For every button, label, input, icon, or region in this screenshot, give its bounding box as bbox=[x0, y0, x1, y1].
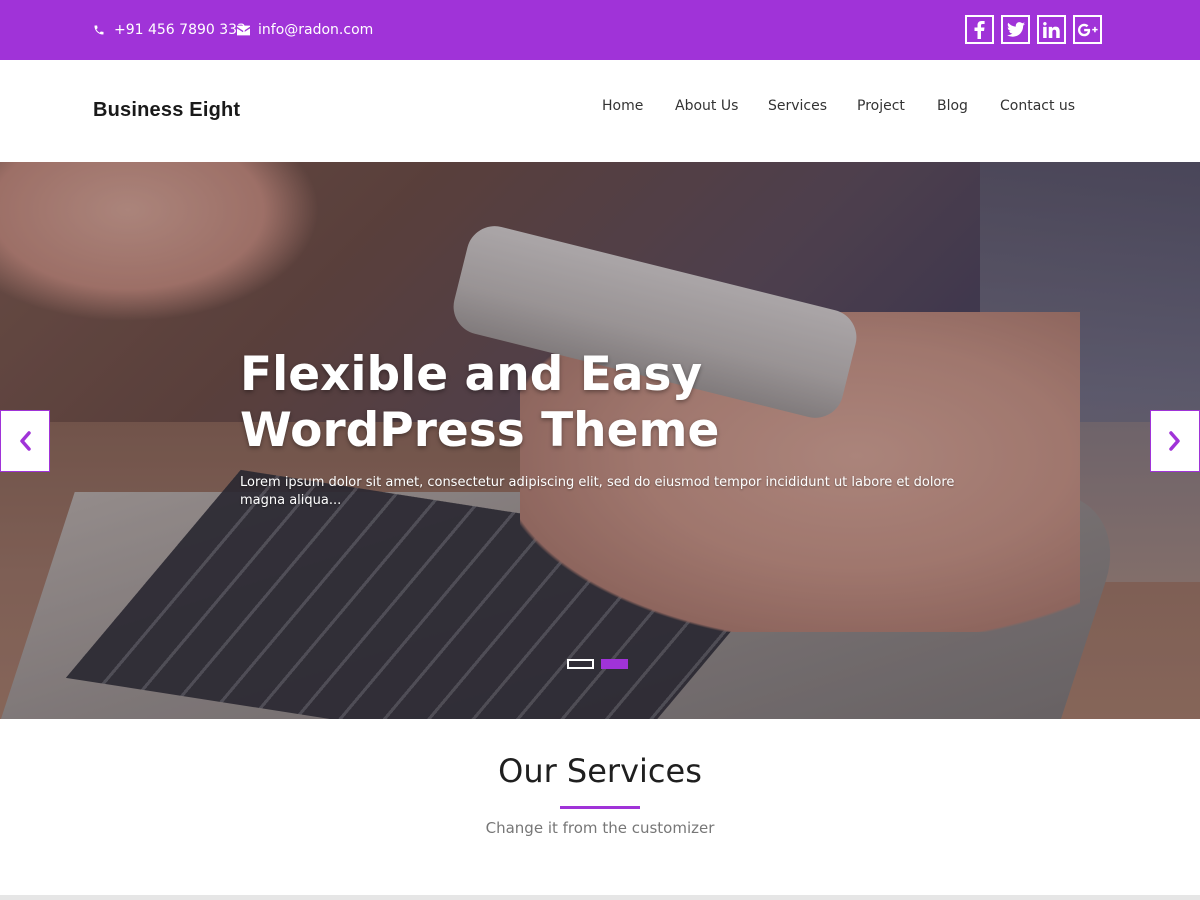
hero-title-line-1: Flexible and Easy bbox=[240, 347, 703, 402]
services-title: Our Services bbox=[498, 752, 702, 790]
services-subtitle: Change it from the customizer bbox=[485, 819, 715, 837]
nav-contact-us[interactable]: Contact us bbox=[1000, 98, 1075, 114]
phone-contact: +91 456 7890 333 bbox=[92, 0, 246, 60]
email-contact: info@radon.com bbox=[236, 0, 373, 60]
services-title-underline bbox=[560, 806, 640, 809]
linkedin-icon[interactable] bbox=[1037, 15, 1066, 44]
nav-home[interactable]: Home bbox=[602, 98, 643, 114]
site-header: Business Eight Home About Us Services Pr… bbox=[0, 60, 1200, 162]
top-bar: +91 456 7890 333 info@radon.com bbox=[0, 0, 1200, 60]
section-divider bbox=[0, 895, 1200, 900]
hero-title-line-2: WordPress Theme bbox=[240, 403, 720, 458]
hero-description: Lorem ipsum dolor sit amet, consectetur … bbox=[240, 475, 955, 508]
google-plus-icon[interactable] bbox=[1073, 15, 1102, 44]
chevron-right-icon bbox=[1169, 431, 1180, 451]
nav-blog[interactable]: Blog bbox=[937, 98, 968, 114]
chevron-left-icon bbox=[20, 431, 31, 451]
slider-dot-1[interactable] bbox=[567, 659, 594, 669]
site-brand[interactable]: Business Eight bbox=[93, 99, 240, 122]
facebook-icon[interactable] bbox=[965, 15, 994, 44]
phone-number: +91 456 7890 333 bbox=[114, 22, 246, 38]
slider-next-button[interactable] bbox=[1150, 410, 1200, 472]
hero-slider: Flexible and Easy WordPress Theme Lorem … bbox=[0, 162, 1200, 719]
phone-icon bbox=[92, 23, 106, 37]
twitter-icon[interactable] bbox=[1001, 15, 1030, 44]
nav-project[interactable]: Project bbox=[857, 98, 905, 114]
hero-title: Flexible and Easy WordPress Theme bbox=[240, 347, 940, 459]
nav-services[interactable]: Services bbox=[768, 98, 827, 114]
slider-prev-button[interactable] bbox=[0, 410, 50, 472]
slider-dot-2-active[interactable] bbox=[601, 659, 628, 669]
nav-about-us[interactable]: About Us bbox=[675, 98, 738, 114]
email-address: info@radon.com bbox=[258, 22, 374, 38]
envelope-icon bbox=[236, 23, 250, 37]
